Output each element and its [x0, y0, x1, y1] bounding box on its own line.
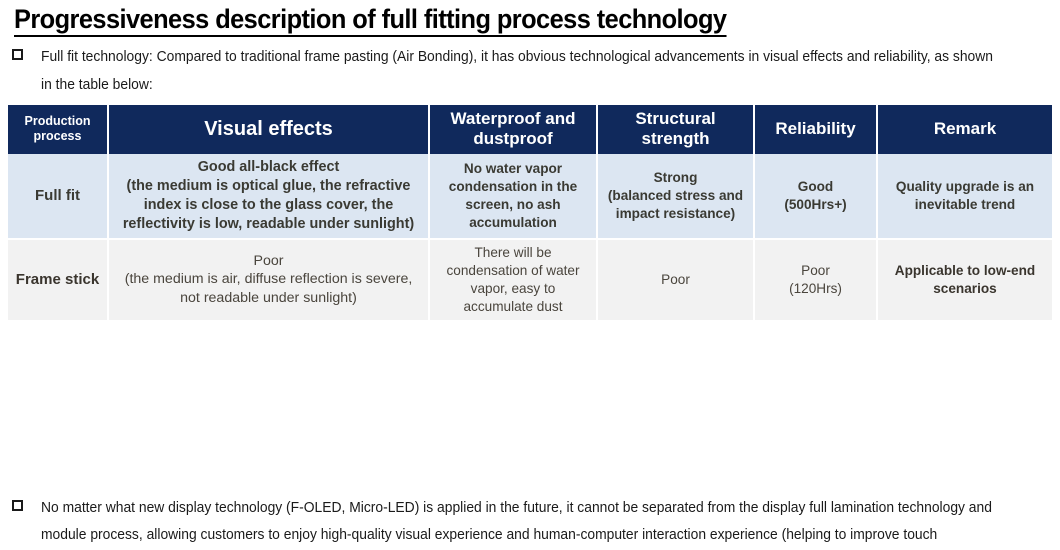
th-waterproof-dustproof: Waterproof and dustproof: [429, 105, 598, 154]
th-waterproof-line2: dustproof: [473, 129, 553, 149]
bottom-bullet-row: No matter what new display technology (F…: [8, 495, 1060, 550]
cell-reliability: Poor (120Hrs): [754, 238, 878, 320]
table-row: Full fit Good all-black effect (the mediu…: [8, 153, 1052, 240]
table-body: Full fit Good all-black effect (the mediu…: [8, 153, 1052, 320]
square-bullet-icon: [12, 49, 23, 61]
top-bullet-row: Full fit technology: Compared to traditi…: [8, 44, 1060, 99]
th-reliability: Reliability: [754, 105, 878, 154]
cell-remark: Quality upgrade is an inevitable trend: [877, 153, 1052, 240]
top-bullet-text: Full fit technology: Compared to traditi…: [41, 49, 994, 93]
comparison-table: Production process Visual effects Waterp…: [8, 105, 1052, 320]
cell-visual: Poor (the medium is air, diffuse reflecti…: [108, 238, 430, 320]
th-structural-line1: Structural: [635, 109, 716, 129]
cell-visual: Good all-black effect (the medium is opti…: [108, 153, 430, 240]
th-production-line2: process: [33, 129, 82, 144]
slide-page: Progressiveness description of full fitt…: [0, 0, 1060, 550]
table-header: Production process Visual effects Waterp…: [8, 105, 1052, 154]
th-structural-strength: Structural strength: [597, 105, 755, 154]
th-production-line1: Production: [24, 114, 91, 129]
cell-process: Full fit: [8, 153, 109, 240]
bottom-bullet-text: No matter what new display technology (F…: [41, 499, 992, 544]
cell-structural: Poor: [597, 238, 755, 320]
th-structural-line2: strength: [641, 129, 710, 149]
cell-process: Frame stick: [8, 238, 109, 320]
cell-waterproof: There will be condensation of water vapo…: [429, 238, 598, 320]
comparison-table-container: Production process Visual effects Waterp…: [8, 105, 1052, 320]
page-title: Progressiveness description of full fitt…: [14, 4, 727, 38]
cell-remark: Applicable to low-end scenarios: [877, 238, 1052, 320]
cell-waterproof: No water vapor condensation in the scree…: [429, 153, 598, 240]
th-remark: Remark: [877, 105, 1052, 154]
page-title-container: Progressiveness description of full fitt…: [0, 0, 1060, 38]
square-bullet-icon: [12, 499, 23, 511]
cell-reliability: Good (500Hrs+): [754, 153, 878, 240]
table-row: Frame stick Poor (the medium is air, diff…: [8, 238, 1052, 320]
cell-structural: Strong (balanced stress and impact resist…: [597, 153, 755, 240]
table-header-row: Production process Visual effects Waterp…: [8, 105, 1052, 154]
th-production-process: Production process: [8, 105, 109, 154]
th-visual-effects: Visual effects: [108, 105, 430, 154]
figures-strip: Full fit Frame stick Actual effect: [0, 322, 1060, 477]
th-waterproof-line1: Waterproof and: [450, 109, 576, 129]
